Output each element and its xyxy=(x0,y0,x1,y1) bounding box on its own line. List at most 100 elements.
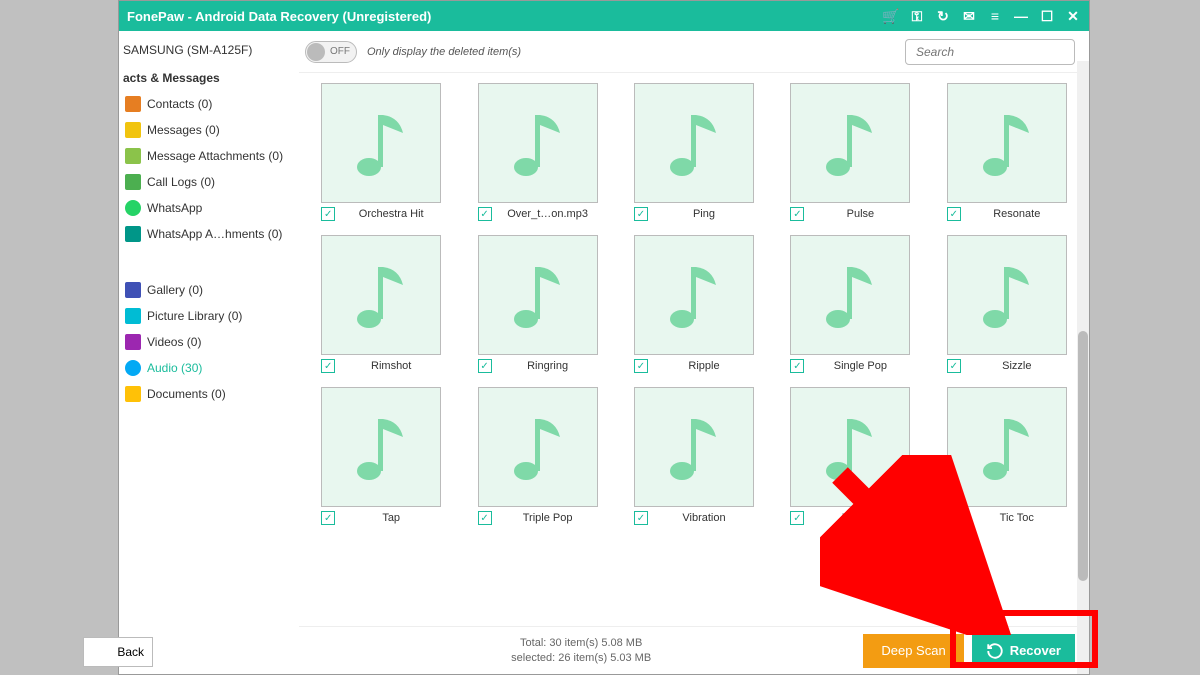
deep-scan-button[interactable]: Deep Scan xyxy=(863,634,963,668)
gallery-icon xyxy=(125,282,141,298)
file-name: Tic Toc xyxy=(967,512,1067,524)
sidebar-item-label: WhatsApp A…hments (0) xyxy=(147,227,282,241)
scrollbar-thumb[interactable] xyxy=(1078,331,1088,581)
file-checkbox[interactable]: ✓ xyxy=(790,207,804,221)
section-contacts: acts & Messages xyxy=(123,67,295,91)
minimize-icon[interactable]: — xyxy=(1013,8,1029,24)
audio-thumbnail xyxy=(634,83,754,203)
file-item[interactable]: ✓Sizzle xyxy=(937,235,1077,373)
sidebar-item-waattach[interactable]: WhatsApp A…hments (0) xyxy=(123,221,295,247)
sidebar-item-label: Videos (0) xyxy=(147,335,201,349)
maximize-icon[interactable]: ☐ xyxy=(1039,8,1055,24)
deleted-only-toggle[interactable]: OFF xyxy=(305,41,357,63)
file-grid-wrap[interactable]: ✓Orchestra Hit✓Over_t…on.mp3✓Ping✓Pulse✓… xyxy=(299,73,1089,626)
file-item[interactable]: ✓Resonate xyxy=(937,83,1077,221)
sidebar: SAMSUNG (SM-A125F) acts & Messages Conta… xyxy=(119,31,299,674)
calllog-icon xyxy=(125,174,141,190)
audio-thumbnail xyxy=(634,235,754,355)
file-name: Over_t…on.mp3 xyxy=(498,208,598,220)
audio-thumbnail xyxy=(947,387,1067,507)
file-item[interactable]: ✓ Ringring xyxy=(467,235,607,373)
file-checkbox[interactable]: ✓ xyxy=(790,359,804,373)
sidebar-item-whatsapp[interactable]: WhatsApp xyxy=(123,195,295,221)
file-item[interactable]: ✓ Tic Toc xyxy=(937,387,1077,525)
audio-thumbnail xyxy=(478,83,598,203)
toggle-label: Only display the deleted item(s) xyxy=(367,46,895,58)
cart-icon[interactable]: 🛒 xyxy=(883,8,899,24)
back-button[interactable]: Back xyxy=(83,637,153,667)
sidebar-item-audio[interactable]: Audio (30) xyxy=(123,355,295,381)
stats-total: Total: 30 item(s) 5.08 MB xyxy=(299,636,863,650)
file-name: Whistle xyxy=(810,512,910,524)
device-name: SAMSUNG (SM-A125F) xyxy=(123,39,295,67)
audio-thumbnail xyxy=(947,83,1067,203)
audio-thumbnail xyxy=(790,235,910,355)
file-name: Tap xyxy=(341,512,441,524)
file-item[interactable]: ✓ Over_t…on.mp3 xyxy=(467,83,607,221)
file-name: Single Pop xyxy=(810,360,910,372)
file-item[interactable]: ✓ Triple Pop xyxy=(467,387,607,525)
file-checkbox[interactable]: ✓ xyxy=(478,207,492,221)
file-checkbox[interactable]: ✓ xyxy=(947,359,961,373)
search-input[interactable] xyxy=(916,45,1073,59)
file-item[interactable]: ✓ Ripple xyxy=(624,235,764,373)
feedback-icon[interactable]: ✉ xyxy=(961,8,977,24)
file-checkbox[interactable]: ✓ xyxy=(634,359,648,373)
file-name: Ping xyxy=(654,208,754,220)
sidebar-item-docs[interactable]: Documents (0) xyxy=(123,381,295,407)
file-checkbox[interactable]: ✓ xyxy=(947,207,961,221)
search-box[interactable] xyxy=(905,39,1075,65)
file-checkbox[interactable]: ✓ xyxy=(947,511,961,525)
stats: Total: 30 item(s) 5.08 MB selected: 26 i… xyxy=(299,636,863,665)
videos-icon xyxy=(125,334,141,350)
audio-thumbnail xyxy=(321,83,441,203)
file-item[interactable]: ✓ Single Pop xyxy=(780,235,920,373)
file-item[interactable]: ✓ Ping xyxy=(624,83,764,221)
sidebar-item-messages[interactable]: Messages (0) xyxy=(123,117,295,143)
file-name: Rimshot xyxy=(341,360,441,372)
menu-icon[interactable]: ≡ xyxy=(987,8,1003,24)
file-checkbox[interactable]: ✓ xyxy=(790,511,804,525)
main-panel: OFF Only display the deleted item(s) ✓ Or… xyxy=(299,31,1089,674)
file-name: Ripple xyxy=(654,360,754,372)
key-icon[interactable]: ⚿ xyxy=(909,8,925,24)
sidebar-item-label: Contacts (0) xyxy=(147,97,212,111)
window-controls: 🛒 ⚿ ↻ ✉ ≡ — ☐ ✕ xyxy=(883,8,1081,24)
audio-thumbnail xyxy=(790,387,910,507)
scrollbar[interactable] xyxy=(1077,61,1089,674)
sidebar-item-label: Messages (0) xyxy=(147,123,220,137)
audio-thumbnail xyxy=(321,235,441,355)
file-checkbox[interactable]: ✓ xyxy=(321,359,335,373)
audio-thumbnail xyxy=(478,235,598,355)
sidebar-item-piclib[interactable]: Picture Library (0) xyxy=(123,303,295,329)
file-checkbox[interactable]: ✓ xyxy=(321,511,335,525)
file-item[interactable]: ✓ Tap xyxy=(311,387,451,525)
file-checkbox[interactable]: ✓ xyxy=(478,359,492,373)
stats-selected: selected: 26 item(s) 5.03 MB xyxy=(299,651,863,665)
sidebar-item-gallery[interactable]: Gallery (0) xyxy=(123,277,295,303)
update-icon[interactable]: ↻ xyxy=(935,8,951,24)
file-checkbox[interactable]: ✓ xyxy=(634,207,648,221)
sidebar-item-videos[interactable]: Videos (0) xyxy=(123,329,295,355)
file-item[interactable]: ✓ Rimshot xyxy=(311,235,451,373)
audio-thumbnail xyxy=(634,387,754,507)
file-name: Orchestra Hit xyxy=(341,208,441,220)
whatsapp-icon xyxy=(125,200,141,216)
file-item[interactable]: ✓ Vibration xyxy=(624,387,764,525)
sidebar-item-contacts[interactable]: Contacts (0) xyxy=(123,91,295,117)
file-item[interactable]: ✓ Whistle xyxy=(780,387,920,525)
file-item[interactable]: ✓Pulse xyxy=(780,83,920,221)
sidebar-item-label: Gallery (0) xyxy=(147,283,203,297)
file-checkbox[interactable]: ✓ xyxy=(634,511,648,525)
messages-icon xyxy=(125,122,141,138)
file-item[interactable]: ✓ Orchestra Hit xyxy=(311,83,451,221)
sidebar-item-calllog[interactable]: Call Logs (0) xyxy=(123,169,295,195)
file-name: Ringring xyxy=(498,360,598,372)
file-checkbox[interactable]: ✓ xyxy=(478,511,492,525)
file-name: Vibration xyxy=(654,512,754,524)
close-icon[interactable]: ✕ xyxy=(1065,8,1081,24)
sidebar-item-attach[interactable]: Message Attachments (0) xyxy=(123,143,295,169)
file-name: Triple Pop xyxy=(498,512,598,524)
file-checkbox[interactable]: ✓ xyxy=(321,207,335,221)
piclib-icon xyxy=(125,308,141,324)
